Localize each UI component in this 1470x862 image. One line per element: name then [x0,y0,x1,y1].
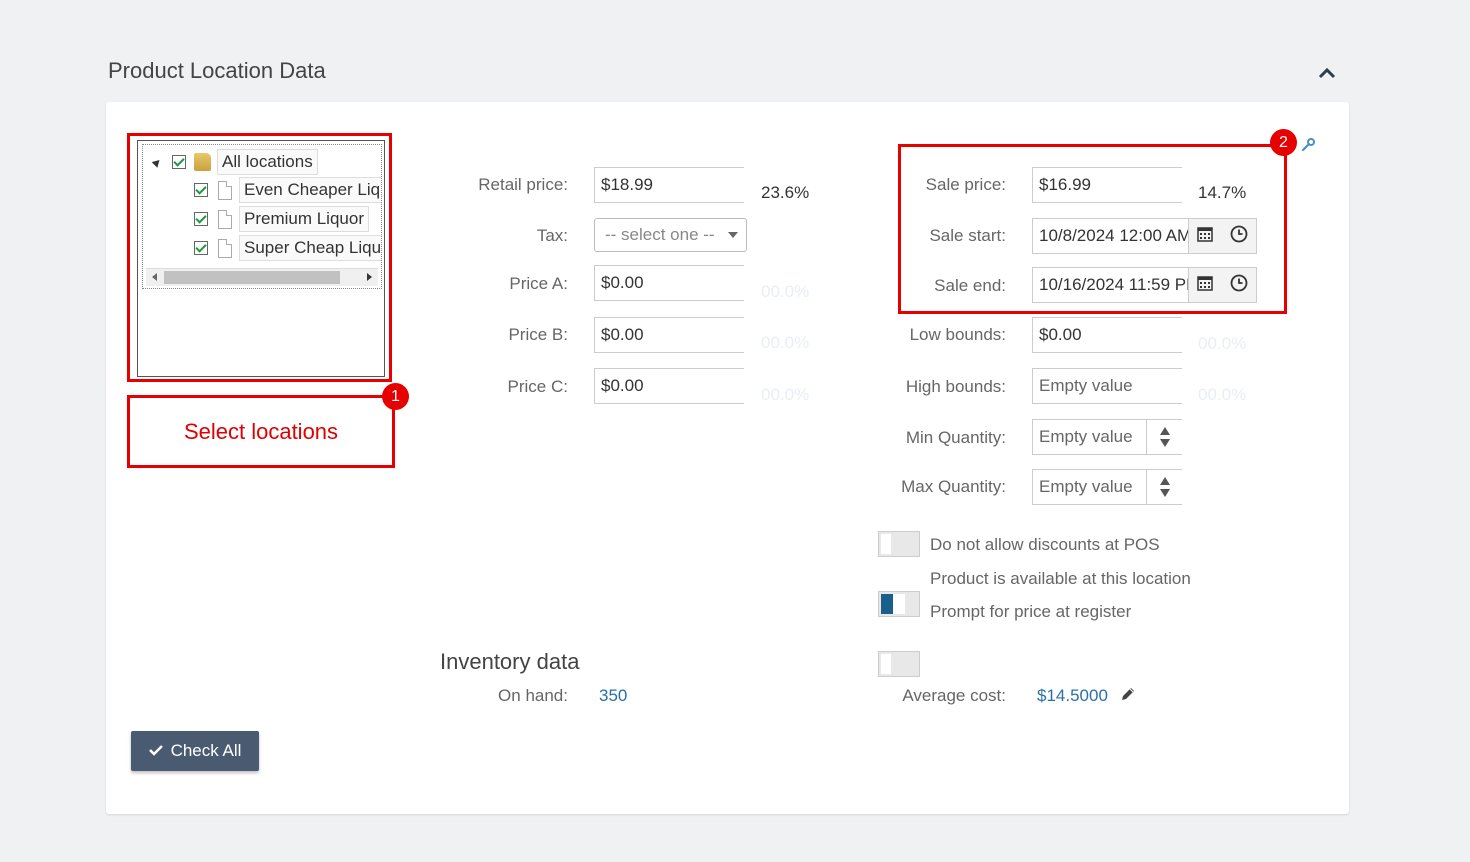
on-hand-label: On hand: [498,686,568,705]
annotation-box-select-locations: Select locations [127,395,395,468]
min-quantity-placeholder: Empty value [1039,427,1133,446]
price-c-input[interactable]: $0.00 [594,368,744,404]
price-a-label: Price A: [509,274,568,293]
annotation-badge-1: 1 [382,383,409,410]
check-all-button[interactable]: Check All [131,731,259,771]
price-b-input[interactable]: $0.00 [594,317,744,353]
high-bounds-input[interactable]: Empty value [1032,368,1182,404]
toggle-prompt-price-label: Prompt for price at register [930,602,1132,621]
retail-price-input[interactable]: $18.99 [594,167,744,203]
tax-select[interactable]: -- select one -- [594,218,747,252]
toggle-available-at-location[interactable] [878,591,920,617]
section-title: Product Location Data [108,58,326,83]
price-c-label: Price C: [507,377,568,396]
tax-select-value: -- select one -- [605,225,715,244]
annotation-text: Select locations [183,418,339,444]
min-quantity-stepper[interactable] [1146,419,1182,455]
price-a-input[interactable]: $0.00 [594,265,744,301]
max-quantity-label: Max Quantity: [901,477,1006,496]
caret-down-icon [728,232,738,238]
max-quantity-placeholder: Empty value [1039,477,1133,496]
on-hand-value[interactable]: 350 [599,686,627,706]
checkmark-icon [148,741,163,761]
retail-price-label: Retail price: [478,175,568,194]
annotation-box-tree [127,133,392,382]
toggle-prompt-price[interactable] [878,651,920,677]
price-b-percent: 00.0% [761,333,810,352]
toggle-available-label: Product is available at this location [930,569,1191,588]
arrow-down-icon[interactable] [1159,439,1170,447]
max-quantity-stepper[interactable] [1146,469,1182,505]
annotation-box-sale [898,144,1287,314]
low-bounds-label: Low bounds: [909,325,1006,344]
price-a-percent: 00.0% [761,282,810,301]
low-bounds-percent: 00.0% [1198,334,1247,353]
toggle-no-discounts[interactable] [878,531,920,557]
annotation-badge-2: 2 [1270,129,1297,156]
low-bounds-input[interactable]: $0.00 [1032,317,1182,353]
chevron-up-icon[interactable] [1316,64,1338,82]
average-cost-label: Average cost: [902,686,1006,705]
average-cost-value[interactable]: $14.5000 [1037,686,1108,706]
high-bounds-label: High bounds: [905,377,1006,396]
price-b-label: Price B: [508,325,568,344]
retail-margin-percent: 23.6% [761,183,810,202]
arrow-down-icon[interactable] [1159,489,1170,497]
high-bounds-percent: 00.0% [1198,385,1247,404]
pencil-icon[interactable] [1120,686,1136,707]
arrow-up-icon[interactable] [1159,477,1170,485]
arrow-up-icon[interactable] [1159,427,1170,435]
inventory-title: Inventory data [440,649,580,674]
wrench-icon[interactable] [1300,137,1316,158]
min-quantity-label: Min Quantity: [905,428,1006,447]
price-c-percent: 00.0% [761,385,810,404]
toggle-no-discounts-label: Do not allow discounts at POS [930,535,1160,554]
tax-label: Tax: [536,226,568,245]
check-all-label: Check All [170,741,242,760]
